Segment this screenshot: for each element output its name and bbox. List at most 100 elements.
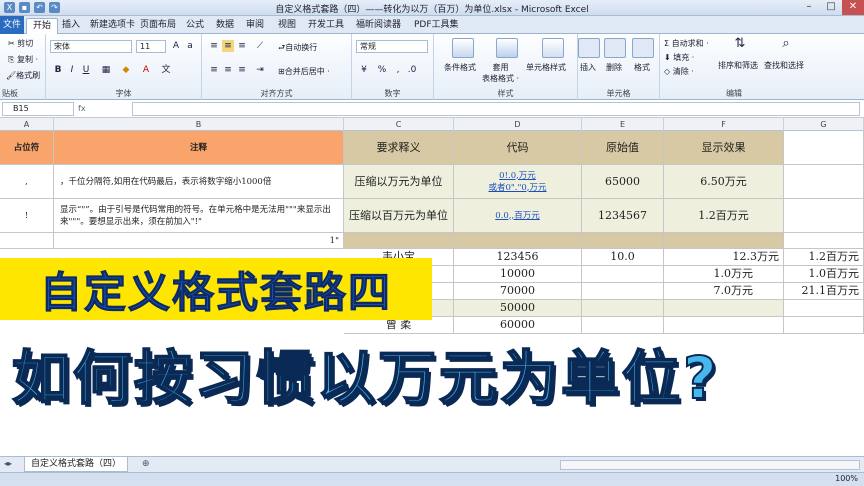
cell-a2[interactable]: , (0, 165, 54, 199)
cell-g5[interactable]: 1.2百万元 (784, 249, 864, 266)
cell-d1[interactable]: 代码 (454, 131, 582, 165)
table-format-icon[interactable] (496, 38, 518, 58)
fx-icon[interactable]: fx (78, 102, 130, 116)
close-icon[interactable]: ✕ (842, 0, 864, 15)
cell-e3[interactable]: 1234567 (582, 199, 664, 233)
cell-f5[interactable]: 12.3万元 (664, 249, 784, 266)
horizontal-scrollbar[interactable] (560, 460, 860, 470)
align-bottom-icon[interactable]: ≡ (236, 40, 248, 52)
column-header-d[interactable]: D (454, 118, 582, 131)
tab-new[interactable]: 新建选项卡 (84, 18, 141, 34)
bold-button[interactable]: B (52, 64, 64, 76)
delete-cells-icon[interactable] (604, 38, 626, 58)
tab-pdf[interactable]: PDF工具集 (408, 18, 465, 34)
cell-e6[interactable] (582, 266, 664, 283)
format-cells-icon[interactable] (632, 38, 654, 58)
merge-center-button[interactable]: ⊞合并后居中 · (278, 66, 330, 77)
currency-icon[interactable]: ¥ (358, 64, 370, 76)
cell-g1[interactable] (784, 131, 864, 165)
cell-d8[interactable]: 50000 (454, 300, 582, 317)
font-color-icon[interactable]: A (140, 64, 152, 76)
conditional-format-icon[interactable] (452, 38, 474, 58)
indent-icon[interactable]: ⇥ (254, 64, 266, 76)
cell-d3[interactable]: 0.0,,百万元 (454, 199, 582, 233)
maximize-icon[interactable]: □ (820, 0, 842, 15)
cell-a1[interactable]: 占位符 (0, 131, 54, 165)
grow-font-icon[interactable]: A (170, 40, 182, 52)
zoom-level[interactable]: 100% (835, 474, 858, 483)
format-painter-button[interactable]: 🖌格式刷 (6, 70, 40, 81)
cell-d7[interactable]: 70000 (454, 283, 582, 300)
cell-e1[interactable]: 原始值 (582, 131, 664, 165)
cell-b3[interactable]: 显示“"”。由于引号是代码常用的符号。在单元格中是无法用"""来显示出来"""。… (54, 199, 344, 233)
insert-cells-icon[interactable] (578, 38, 600, 58)
percent-icon[interactable]: % (376, 64, 388, 76)
minimize-icon[interactable]: – (798, 0, 820, 15)
align-top-icon[interactable]: ≡ (208, 40, 220, 52)
clear-button[interactable]: ◇ 清除 · (664, 66, 694, 77)
table-format-label[interactable]: 套用 表格格式 · (482, 62, 519, 84)
new-sheet-icon[interactable]: ⊕ (142, 459, 150, 469)
cell-g8[interactable] (784, 300, 864, 317)
formula-input[interactable] (132, 102, 860, 116)
cell-e4[interactable] (582, 233, 664, 249)
tab-foxit[interactable]: 福昕阅读器 (350, 18, 407, 34)
wrap-text-button[interactable]: ⮐自动换行 (278, 42, 317, 56)
cell-e7[interactable] (582, 283, 664, 300)
comma-icon[interactable]: , (392, 64, 404, 76)
column-header-g[interactable]: G (784, 118, 864, 131)
tab-insert[interactable]: 插入 (56, 18, 86, 34)
cell-g7[interactable]: 21.1百万元 (784, 283, 864, 300)
cell-f7[interactable]: 7.0万元 (664, 283, 784, 300)
format-cells-label[interactable]: 格式 (634, 62, 650, 73)
cell-c3[interactable]: 压缩以百万元为单位 (344, 199, 454, 233)
tab-home[interactable]: 开始 (26, 18, 59, 34)
cell-styles-icon[interactable] (542, 38, 564, 58)
cell-c2[interactable]: 压缩以万元为单位 (344, 165, 454, 199)
cell-d4[interactable] (454, 233, 582, 249)
cell-c1[interactable]: 要求释义 (344, 131, 454, 165)
autosum-button[interactable]: Σ 自动求和 · (664, 38, 709, 49)
tab-file[interactable]: 文件 (0, 16, 24, 34)
column-header-b[interactable]: B (54, 118, 344, 131)
cell-f8[interactable] (664, 300, 784, 317)
cell-f1[interactable]: 显示效果 (664, 131, 784, 165)
name-box[interactable]: B15 (2, 102, 74, 116)
find-select-label[interactable]: 查找和选择 (764, 60, 804, 71)
column-header-e[interactable]: E (582, 118, 664, 131)
column-header-f[interactable]: F (664, 118, 784, 131)
tab-developer[interactable]: 开发工具 (302, 18, 350, 34)
cell-e5[interactable]: 10.0 (582, 249, 664, 266)
sheet-tab[interactable]: 自定义格式套路（四） (24, 457, 129, 472)
orientation-icon[interactable]: ⟋ (254, 40, 266, 52)
cell-b4[interactable]: 1" (54, 233, 344, 249)
conditional-format-label[interactable]: 条件格式 (444, 62, 476, 73)
cell-d5[interactable]: 123456 (454, 249, 582, 266)
cell-d6[interactable]: 10000 (454, 266, 582, 283)
tab-review[interactable]: 审阅 (240, 18, 270, 34)
copy-button[interactable]: ⎘ 复制 · (8, 54, 38, 65)
align-left-icon[interactable]: ≡ (208, 64, 220, 76)
cell-a4[interactable] (0, 233, 54, 249)
fill-button[interactable]: ⬇ 填充 · (664, 52, 694, 63)
fill-color-icon[interactable]: ◆ (120, 64, 132, 76)
tab-page-layout[interactable]: 页面布局 (134, 18, 182, 34)
align-center-icon[interactable]: ≡ (222, 64, 234, 76)
cell-styles-label[interactable]: 单元格样式 (526, 62, 566, 73)
cell-f3[interactable]: 1.2百万元 (664, 199, 784, 233)
cell-c4[interactable] (344, 233, 454, 249)
insert-cells-label[interactable]: 插入 (580, 62, 596, 73)
cell-g2[interactable] (784, 165, 864, 199)
cell-g4[interactable] (784, 233, 864, 249)
shrink-font-icon[interactable]: a (184, 40, 196, 52)
underline-button[interactable]: U (80, 64, 92, 76)
number-format-select[interactable]: 常规 (356, 40, 428, 53)
cell-b2[interactable]: ，千位分隔符,如用在代码最后，表示将数字缩小1000倍 (54, 165, 344, 199)
italic-button[interactable]: I (66, 64, 78, 76)
phonetic-icon[interactable]: 文 (160, 64, 172, 76)
font-size-select[interactable]: 11 (136, 40, 166, 53)
cell-f2[interactable]: 6.50万元 (664, 165, 784, 199)
decimal-icon[interactable]: .0 (406, 64, 418, 76)
cut-button[interactable]: ✂ 剪切 (8, 38, 33, 49)
sort-filter-label[interactable]: 排序和筛选 (718, 60, 758, 71)
